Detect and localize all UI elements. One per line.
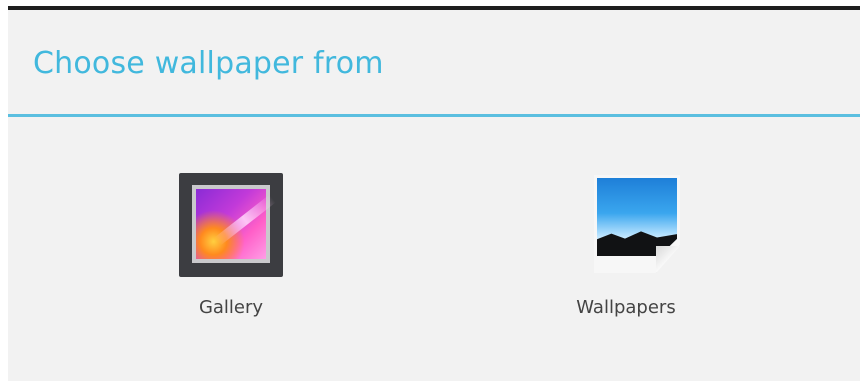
wallpapers-label: Wallpapers xyxy=(576,297,676,318)
dialog-title: Choose wallpaper from xyxy=(33,46,384,81)
dialog-header: Choose wallpaper from xyxy=(8,10,860,114)
gallery-option[interactable]: Gallery xyxy=(121,160,341,340)
wallpapers-icon xyxy=(594,175,680,273)
gallery-label: Gallery xyxy=(198,297,264,318)
wallpaper-chooser-dialog: Choose wallpaper from Gallery Wallpapers xyxy=(8,10,860,381)
wallpapers-option[interactable]: Wallpapers xyxy=(516,160,736,340)
title-divider xyxy=(8,114,860,117)
gallery-icon xyxy=(179,173,283,277)
